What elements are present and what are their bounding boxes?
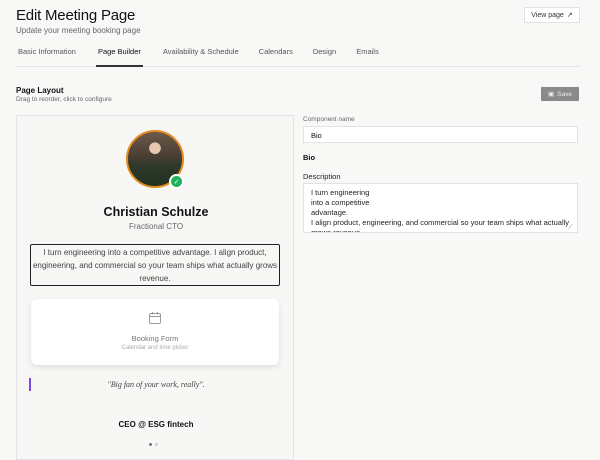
section-title: Page Layout	[16, 86, 64, 95]
section-subtitle: Drag to reorder, click to configure	[16, 96, 112, 103]
tab-availability-schedule[interactable]: Availability & Schedule	[163, 47, 239, 67]
booking-form-title: Booking Form	[131, 334, 179, 343]
description-textarea[interactable]: I turn engineering into a competitive ad…	[303, 183, 578, 233]
tab-basic-information[interactable]: Basic Information	[16, 47, 76, 67]
verified-check-icon: ✓	[169, 174, 184, 189]
carousel-dot[interactable]	[155, 443, 158, 446]
carousel-dot[interactable]	[149, 443, 152, 446]
carousel-dots	[149, 443, 158, 446]
config-section-title: Bio	[303, 153, 316, 162]
save-button[interactable]: ▣ Save	[541, 87, 579, 101]
view-page-label: View page	[531, 11, 564, 19]
page-subtitle: Update your meeting booking page	[16, 26, 141, 35]
external-link-icon: ↗	[566, 12, 573, 19]
page-title: Edit Meeting Page	[16, 7, 136, 24]
tab-calendars[interactable]: Calendars	[259, 47, 293, 67]
page-preview: ✓ Christian Schulze Fractional CTO I tur…	[16, 115, 294, 460]
booking-form-component[interactable]: Booking Form Calendar and time picker	[31, 299, 279, 365]
view-page-button[interactable]: View page ↗	[524, 7, 580, 23]
booking-form-subtitle: Calendar and time picker	[121, 345, 189, 351]
calendar-icon	[148, 311, 162, 330]
component-name-input[interactable]: Bio	[303, 126, 578, 143]
bio-component[interactable]: I turn engineering into a competitive ad…	[30, 244, 280, 286]
tab-bar: Basic Information Page Builder Availabil…	[16, 47, 580, 67]
profile-role[interactable]: Fractional CTO	[17, 222, 295, 231]
tab-page-builder[interactable]: Page Builder	[95, 47, 143, 67]
component-name-label: Component name	[303, 116, 355, 123]
testimonial-quote[interactable]: "Big fan of your work, really".	[17, 380, 295, 389]
resize-handle-icon[interactable]: ⟋	[568, 224, 573, 232]
tab-design[interactable]: Design	[313, 47, 336, 67]
save-label: Save	[557, 90, 572, 98]
profile-name[interactable]: Christian Schulze	[17, 205, 295, 219]
testimonial-author[interactable]: CEO @ ESG fintech	[17, 420, 295, 429]
tab-emails[interactable]: Emails	[356, 47, 379, 67]
description-label: Description	[303, 172, 341, 181]
save-icon: ▣	[548, 91, 555, 98]
